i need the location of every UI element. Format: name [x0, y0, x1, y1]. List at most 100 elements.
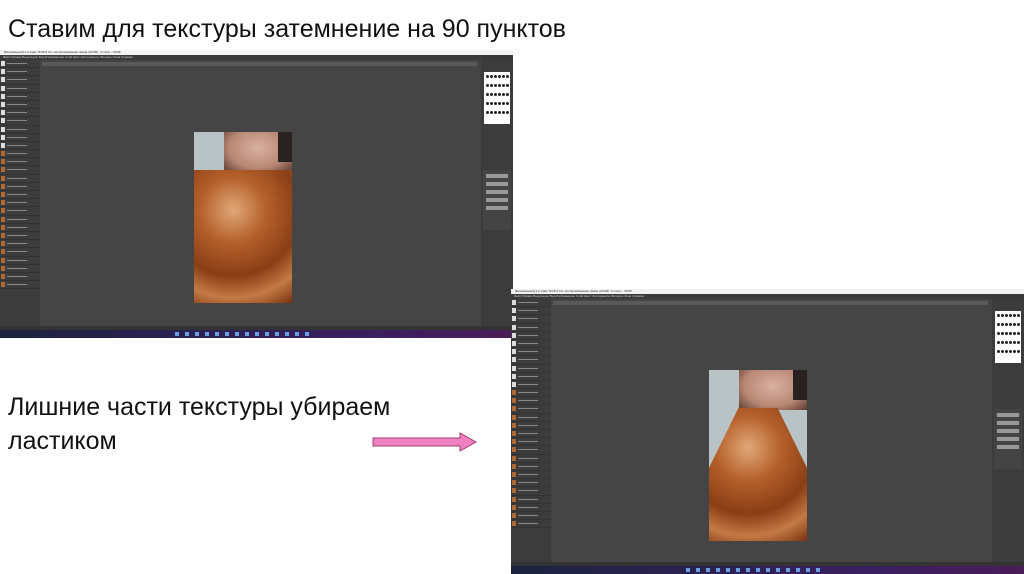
- brush-preset[interactable]: [498, 84, 501, 87]
- brush-preset[interactable]: [494, 111, 497, 114]
- brush-preset[interactable]: [1017, 323, 1020, 326]
- layer-item[interactable]: [0, 224, 40, 232]
- layer-item[interactable]: [511, 512, 551, 521]
- brush-preset[interactable]: [1001, 332, 1004, 335]
- layer-item[interactable]: [511, 389, 551, 398]
- layer-item[interactable]: [511, 315, 551, 324]
- brush-preset[interactable]: [506, 75, 509, 78]
- taskbar-app-icon[interactable]: [706, 568, 710, 572]
- taskbar-app-icon[interactable]: [195, 332, 199, 336]
- layer-item[interactable]: [0, 207, 40, 216]
- taskbar-app-icon[interactable]: [736, 568, 740, 572]
- brush-preset[interactable]: [1009, 341, 1012, 344]
- layer-item[interactable]: [511, 397, 551, 406]
- brush-preset[interactable]: [1009, 350, 1012, 353]
- layer-item[interactable]: [511, 299, 551, 308]
- brush-preset[interactable]: [498, 93, 501, 96]
- layer-item[interactable]: [0, 150, 40, 159]
- brush-preset[interactable]: [1009, 314, 1012, 317]
- brush-preset[interactable]: [997, 323, 1000, 326]
- brush-preset[interactable]: [498, 102, 501, 105]
- taskbar-app-icon[interactable]: [766, 568, 770, 572]
- taskbar-app-icon[interactable]: [285, 332, 289, 336]
- layer-item[interactable]: [0, 166, 40, 175]
- taskbar-app-icon[interactable]: [816, 568, 820, 572]
- layer-item[interactable]: [0, 248, 40, 257]
- brush-preset[interactable]: [490, 84, 493, 87]
- layer-item[interactable]: [0, 281, 40, 290]
- taskbar-app-icon[interactable]: [786, 568, 790, 572]
- brush-preset[interactable]: [1013, 341, 1016, 344]
- taskbar-app-icon[interactable]: [275, 332, 279, 336]
- brush-preset[interactable]: [997, 332, 1000, 335]
- layer-item[interactable]: [0, 68, 40, 77]
- brush-preset[interactable]: [1005, 341, 1008, 344]
- layer-item[interactable]: [511, 414, 551, 422]
- brush-preset[interactable]: [486, 75, 489, 78]
- layer-item[interactable]: [511, 405, 551, 414]
- brush-preset[interactable]: [494, 93, 497, 96]
- brush-preset[interactable]: [1013, 314, 1016, 317]
- brush-preset[interactable]: [494, 75, 497, 78]
- taskbar-app-icon[interactable]: [295, 332, 299, 336]
- layer-item[interactable]: [511, 373, 551, 381]
- brush-preset[interactable]: [502, 75, 505, 78]
- brush-preset[interactable]: [502, 84, 505, 87]
- layer-item[interactable]: [511, 430, 551, 439]
- brush-preset[interactable]: [1013, 350, 1016, 353]
- layer-item[interactable]: [0, 142, 40, 151]
- layer-item[interactable]: [511, 332, 551, 340]
- layer-item[interactable]: [0, 175, 40, 183]
- brush-preset[interactable]: [506, 111, 509, 114]
- layer-item[interactable]: [0, 216, 40, 224]
- layer-item[interactable]: [0, 93, 40, 101]
- taskbar-app-icon[interactable]: [756, 568, 760, 572]
- layer-item[interactable]: [511, 479, 551, 488]
- layer-item[interactable]: [511, 365, 551, 373]
- brush-preset[interactable]: [1009, 332, 1012, 335]
- brush-preset[interactable]: [494, 102, 497, 105]
- taskbar-app-icon[interactable]: [235, 332, 239, 336]
- layer-item[interactable]: [511, 422, 551, 430]
- brush-preset[interactable]: [506, 84, 509, 87]
- brush-preset[interactable]: [486, 111, 489, 114]
- taskbar-app-icon[interactable]: [265, 332, 269, 336]
- layer-item[interactable]: [511, 438, 551, 447]
- brush-preset[interactable]: [1001, 314, 1004, 317]
- taskbar-app-icon[interactable]: [726, 568, 730, 572]
- layer-item[interactable]: [511, 496, 551, 504]
- brush-preset[interactable]: [494, 84, 497, 87]
- taskbar-app-icon[interactable]: [796, 568, 800, 572]
- layer-item[interactable]: [511, 487, 551, 496]
- brush-preset[interactable]: [490, 93, 493, 96]
- menu-bar[interactable]: Файл Правка Выделение Вид Изображение Сл…: [0, 55, 513, 60]
- taskbar-app-icon[interactable]: [215, 332, 219, 336]
- taskbar-app-icon[interactable]: [175, 332, 179, 336]
- taskbar-app-icon[interactable]: [225, 332, 229, 336]
- layer-item[interactable]: [0, 76, 40, 85]
- layer-item[interactable]: [0, 183, 40, 191]
- layer-item[interactable]: [0, 232, 40, 241]
- layer-item[interactable]: [0, 85, 40, 93]
- layer-item[interactable]: [511, 324, 551, 332]
- brush-preset[interactable]: [506, 102, 509, 105]
- taskbar-app-icon[interactable]: [746, 568, 750, 572]
- brush-preset[interactable]: [1001, 323, 1004, 326]
- menu-items[interactable]: Файл Правка Выделение Вид Изображение Сл…: [3, 55, 133, 59]
- taskbar-app-icon[interactable]: [205, 332, 209, 336]
- brush-preset[interactable]: [997, 314, 1000, 317]
- layer-item[interactable]: [511, 381, 551, 390]
- brush-preset[interactable]: [997, 350, 1000, 353]
- brush-preset[interactable]: [1017, 341, 1020, 344]
- layer-item[interactable]: [0, 265, 40, 273]
- layer-item[interactable]: [511, 340, 551, 349]
- layer-item[interactable]: [511, 356, 551, 365]
- canvas-image[interactable]: [709, 370, 807, 541]
- layer-item[interactable]: [511, 446, 551, 455]
- layer-item[interactable]: [0, 273, 40, 282]
- taskbar-app-icon[interactable]: [245, 332, 249, 336]
- layer-item[interactable]: [0, 240, 40, 249]
- brush-preset[interactable]: [498, 75, 501, 78]
- taskbar-app-icon[interactable]: [696, 568, 700, 572]
- brush-preset[interactable]: [506, 93, 509, 96]
